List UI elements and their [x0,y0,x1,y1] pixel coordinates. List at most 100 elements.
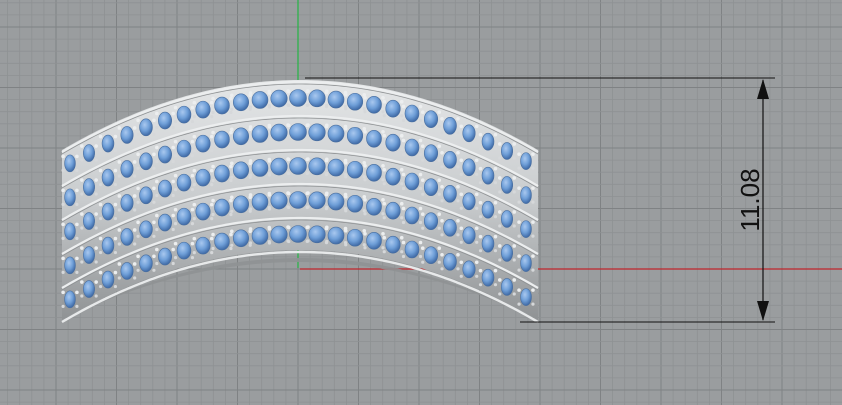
prong [61,236,65,240]
prong [382,114,386,118]
prong [382,167,387,172]
prong [80,226,84,230]
prong [136,166,140,170]
prong [382,250,386,254]
prong [113,134,118,139]
prong [420,110,425,115]
prong [152,200,156,204]
prong [456,117,460,121]
gem-stone [270,89,288,108]
prong [229,198,233,203]
gem-stone [366,231,382,250]
prong [381,95,385,100]
prong [497,176,502,180]
prong [381,197,385,202]
prong [286,171,290,175]
prong [493,215,498,219]
prong [152,166,156,170]
prong [517,302,521,306]
prong [475,240,479,244]
gem-stone [481,200,495,219]
gem-stone [195,100,211,119]
prong [229,127,234,132]
prong [171,227,175,232]
prong [152,234,156,238]
prong [362,194,367,199]
prong [459,158,464,163]
gem-stone [195,236,211,255]
prong [171,179,175,184]
prong [117,242,121,246]
gem-stone [423,246,439,265]
prong [133,174,137,178]
prong [362,209,366,213]
prong [229,161,234,166]
prong [136,118,140,123]
prong [493,268,498,273]
prong [117,160,122,164]
prong [267,157,272,162]
prong [171,193,175,198]
prong [98,216,103,221]
gem-stone [120,126,134,144]
prong [211,212,215,217]
prong [305,171,309,175]
gem-stone [64,290,76,309]
prong [517,254,521,258]
prong [94,212,98,216]
prong [531,288,535,292]
gem-stone [176,173,192,192]
prong [474,260,479,265]
prong [401,118,406,123]
viewport-scene: 11.08 [0,0,842,405]
prong [478,147,483,151]
prong [478,268,483,273]
prong [61,202,65,206]
prong [362,141,366,145]
gem-stone [366,163,382,182]
prong [497,210,502,214]
prong [363,144,367,148]
gem-stone [270,123,288,142]
prong [517,288,521,292]
prong [456,185,460,189]
prong [248,173,253,177]
prong [418,186,423,191]
prong [94,260,98,264]
prong [401,138,406,143]
prong [440,165,444,169]
gem-stone [520,152,532,170]
gem-stone [251,91,269,109]
prong [497,278,502,282]
prong [267,137,271,142]
prong [113,216,118,221]
prong [399,99,404,104]
prong [61,168,65,172]
gem-stone [120,262,134,280]
prong [437,178,442,183]
prong [363,178,367,182]
prong [152,186,156,191]
gem-stone [270,225,288,244]
gem-stone [308,157,326,176]
prong [517,166,521,170]
prong [459,274,463,278]
prong [75,256,79,261]
prong [136,200,140,204]
gem-stone [520,220,532,238]
gem-stone [423,144,439,163]
prong [517,200,521,204]
prong [211,96,215,101]
prong [171,125,175,130]
prong [418,138,423,143]
prong [211,232,215,237]
prong [493,147,498,151]
prong [61,222,65,227]
prong [400,148,404,152]
prong [80,158,84,162]
3d-viewport[interactable]: 11.08 [0,0,842,405]
gem-stone [214,96,230,115]
prong [305,123,310,128]
prong [210,183,214,187]
gem-stone [251,193,269,211]
